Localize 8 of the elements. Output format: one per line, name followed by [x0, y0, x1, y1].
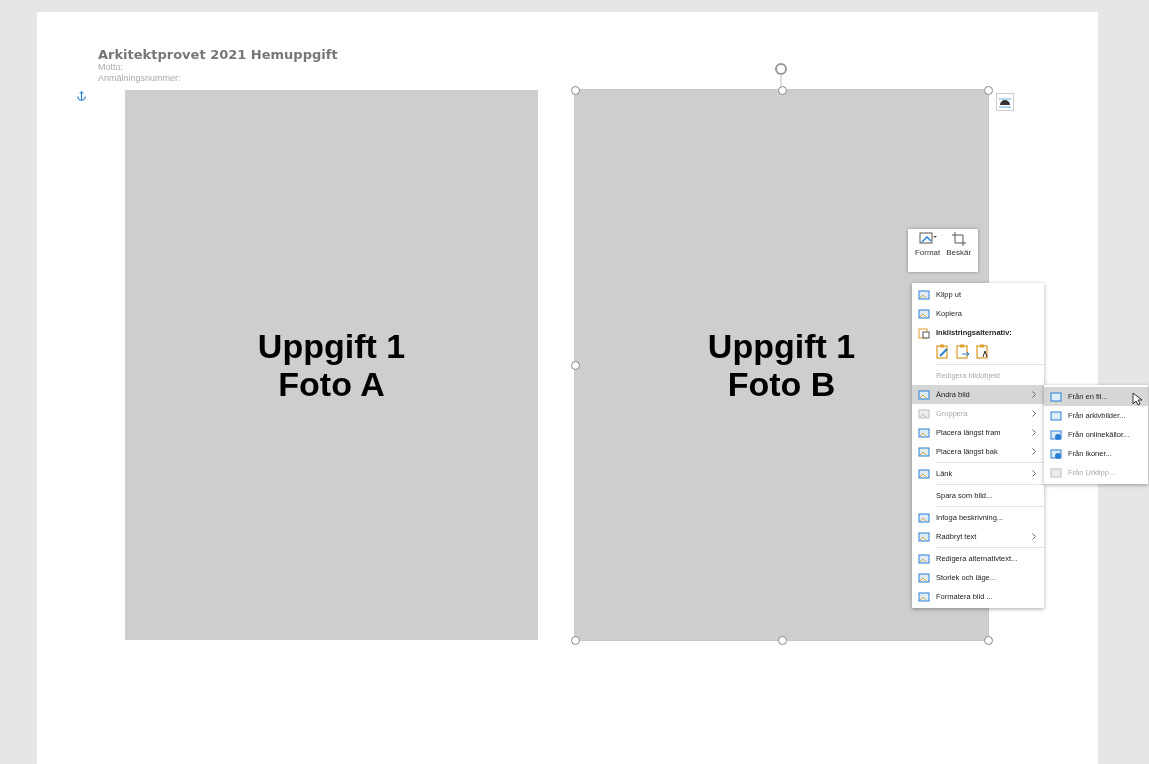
placeholder-caption: Uppgift 1 Foto B	[707, 327, 856, 403]
form-field-label: Anmälningsnummer:	[98, 73, 182, 84]
crop-button[interactable]: Beskär	[944, 232, 974, 272]
document-title: Arkitektprovet 2021 Hemuppgift	[98, 47, 339, 62]
placeholder-caption: Uppgift 1 Foto A	[257, 327, 406, 403]
format-button[interactable]: Format	[912, 232, 943, 272]
form-field-label: Motto:	[98, 62, 124, 73]
photo-placeholder[interactable]: Uppgift 1 Foto A	[125, 90, 538, 640]
